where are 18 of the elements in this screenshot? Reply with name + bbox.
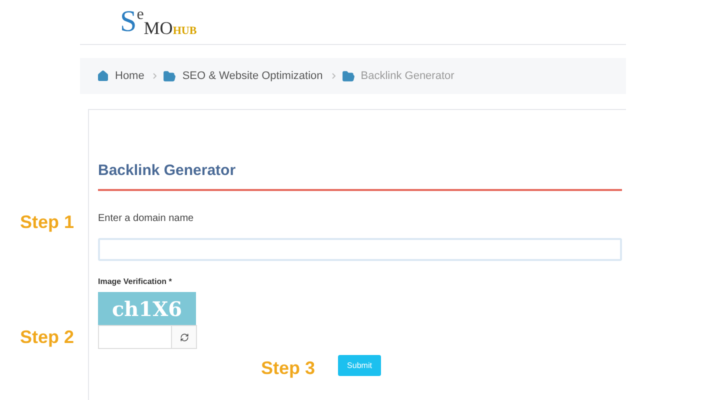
refresh-icon xyxy=(180,332,188,342)
refresh-button[interactable] xyxy=(172,325,197,349)
folder-icon xyxy=(163,70,176,82)
chevron-icon xyxy=(332,73,336,79)
step-annotation: Step 3 xyxy=(261,358,316,378)
captcha-input-field[interactable] xyxy=(98,325,172,349)
step-annotation: Step 1 xyxy=(20,212,74,232)
breadcrumb-link[interactable]: Home xyxy=(115,68,144,84)
captcha-image: ch1X6 xyxy=(98,292,196,325)
chevron-icon xyxy=(153,73,158,79)
field-label: Enter a domain name xyxy=(98,212,195,226)
form-title: Backlink Generator xyxy=(98,160,622,190)
breadcrumb-link[interactable]: SEO & Website Optimization xyxy=(182,68,323,84)
folder-icon xyxy=(342,70,355,82)
domain-input-field[interactable] xyxy=(98,238,622,260)
field-label: Image Verification * xyxy=(98,276,173,288)
home-icon xyxy=(97,70,109,82)
step-annotation: Step 2 xyxy=(20,327,74,347)
